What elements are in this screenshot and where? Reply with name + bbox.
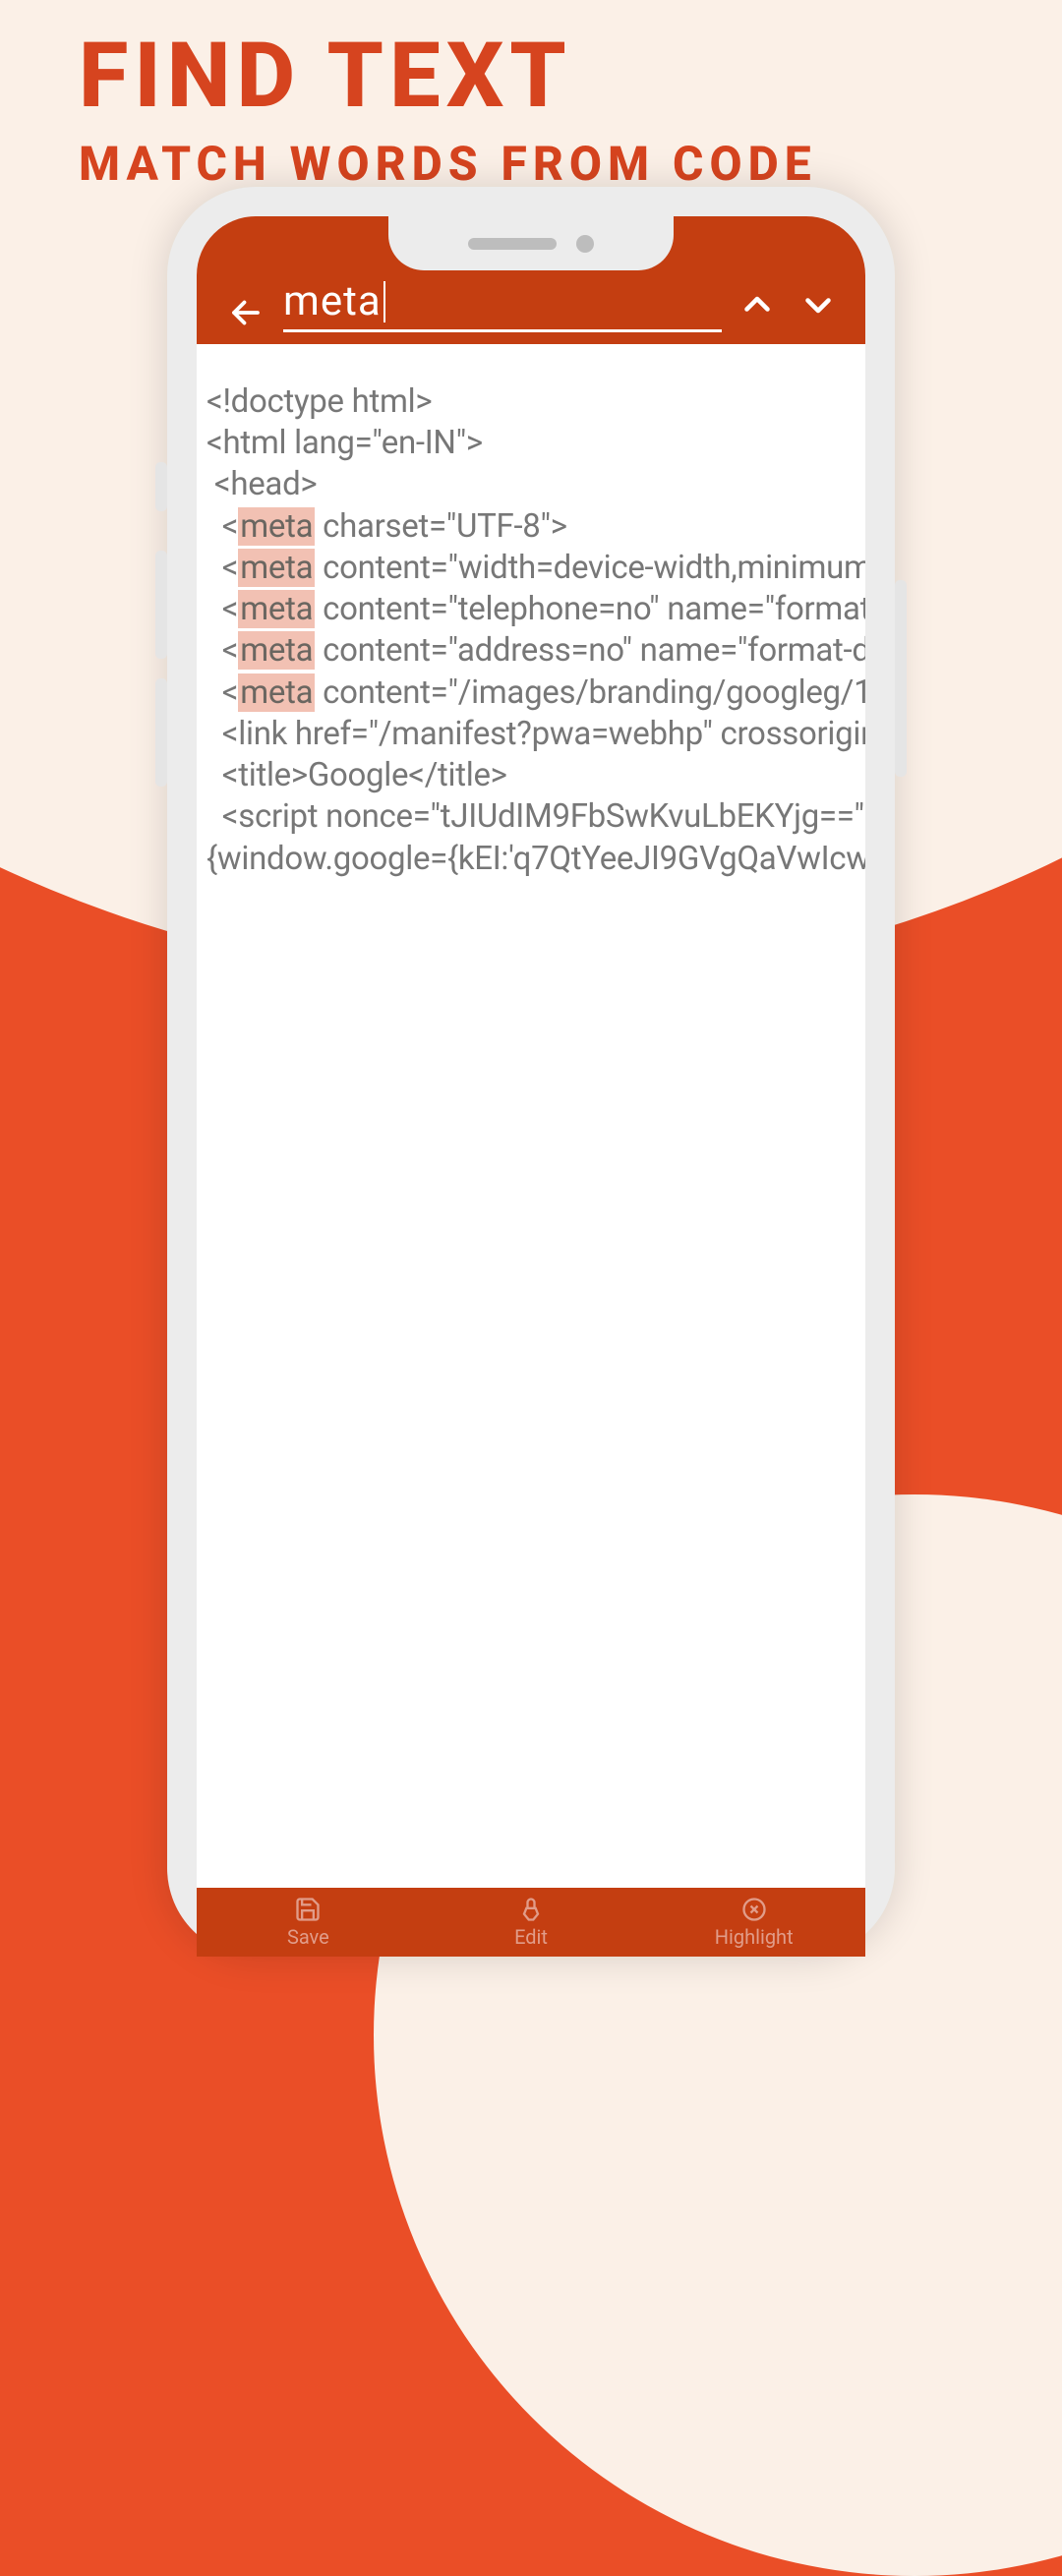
back-button[interactable] bbox=[226, 293, 266, 332]
text-cursor bbox=[384, 281, 385, 322]
code-line: <script nonce="tJIUdIM9FbSwKvuLbEKYjg=="… bbox=[206, 797, 865, 836]
code-line: content="telephone=no" name="format-dete… bbox=[315, 590, 865, 628]
toolbar-label: Edit bbox=[514, 1925, 548, 1949]
code-line: <link href="/manifest?pwa=webhp" crossor… bbox=[206, 715, 865, 753]
phone-mute-switch bbox=[155, 462, 167, 511]
code-line: < bbox=[206, 590, 238, 628]
hero-title: FIND TEXT bbox=[79, 31, 817, 122]
highlight-button[interactable]: Highlight bbox=[642, 1888, 865, 1957]
code-line: <head> bbox=[206, 465, 317, 503]
chevron-up-icon bbox=[739, 287, 775, 322]
search-value: meta bbox=[283, 277, 382, 325]
code-line: content="width=device-width,minimum-scal… bbox=[315, 549, 865, 587]
find-nav bbox=[739, 287, 836, 332]
phone-mockup: meta <!doctype html> <html lang="en-IN">… bbox=[167, 187, 895, 1957]
toolbar-label: Highlight bbox=[715, 1925, 794, 1949]
camera-icon bbox=[576, 235, 594, 253]
phone-notch bbox=[388, 216, 674, 270]
search-match: meta bbox=[238, 673, 315, 712]
arrow-left-icon bbox=[228, 295, 264, 330]
code-line: <!doctype html> bbox=[206, 382, 432, 421]
save-button[interactable]: Save bbox=[197, 1888, 420, 1957]
bottom-toolbar: Save Edit Highlight bbox=[197, 1888, 865, 1957]
toolbar-label: Save bbox=[287, 1925, 329, 1949]
code-line: < bbox=[206, 631, 238, 670]
hero: FIND TEXT MATCH WORDS FROM CODE bbox=[79, 31, 817, 192]
phone-volume-up bbox=[155, 551, 167, 659]
speaker-icon bbox=[468, 238, 557, 250]
find-next-button[interactable] bbox=[800, 287, 836, 326]
search-match: meta bbox=[238, 507, 315, 546]
code-line: < bbox=[206, 673, 238, 712]
edit-button[interactable]: Edit bbox=[420, 1888, 643, 1957]
code-line: charset="UTF-8"> bbox=[315, 507, 567, 546]
phone-volume-down bbox=[155, 678, 167, 787]
search-field[interactable]: meta bbox=[283, 277, 722, 332]
code-line: content="address=no" name="format-detect… bbox=[315, 631, 865, 670]
code-line: {window.google={kEI:'q7QtYeeJI9GVgQaVwIc… bbox=[206, 840, 865, 878]
code-line: content="/images/branding/googleg/1x/goo… bbox=[315, 673, 865, 712]
code-line: < bbox=[206, 507, 238, 546]
code-line: <title>Google</title> bbox=[206, 756, 507, 794]
code-line: <html lang="en-IN"> bbox=[206, 424, 483, 462]
code-view[interactable]: <!doctype html> <html lang="en-IN"> <hea… bbox=[197, 364, 865, 1888]
search-match: meta bbox=[238, 549, 315, 587]
search-match: meta bbox=[238, 631, 315, 670]
phone-screen: meta <!doctype html> <html lang="en-IN">… bbox=[197, 216, 865, 1957]
chevron-down-icon bbox=[800, 287, 836, 322]
save-icon bbox=[294, 1896, 322, 1923]
code-line: < bbox=[206, 549, 238, 587]
phone-power-button bbox=[895, 580, 907, 777]
find-prev-button[interactable] bbox=[739, 287, 775, 326]
touch-icon bbox=[517, 1896, 545, 1923]
hero-subtitle: MATCH WORDS FROM CODE bbox=[79, 136, 817, 192]
close-circle-icon bbox=[740, 1896, 768, 1923]
search-match: meta bbox=[238, 590, 315, 628]
